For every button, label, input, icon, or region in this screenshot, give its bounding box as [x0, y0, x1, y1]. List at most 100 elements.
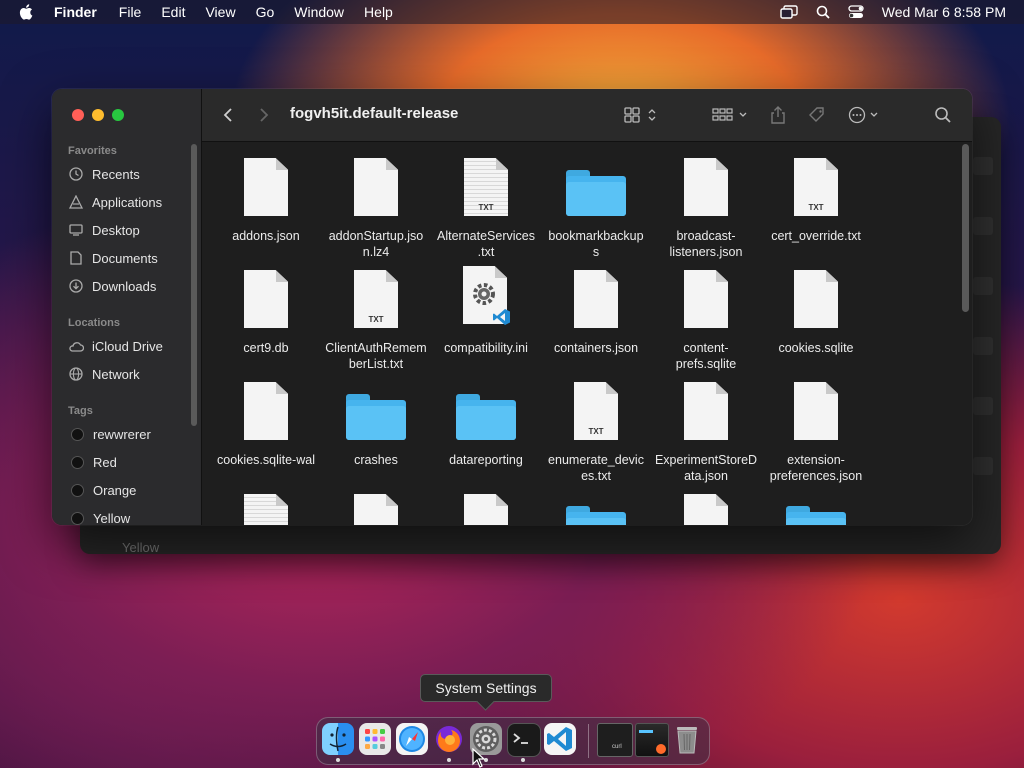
- menu-view[interactable]: View: [205, 4, 235, 20]
- file-item[interactable]: cookies.sqlite: [761, 266, 871, 356]
- back-button[interactable]: [222, 103, 234, 127]
- tag-button[interactable]: [808, 103, 826, 127]
- menu-window[interactable]: Window: [294, 4, 344, 20]
- finder-sidebar: Favorites Recents Applications Desktop D…: [52, 89, 202, 525]
- sidebar-item-network[interactable]: Network: [68, 363, 140, 385]
- file-item[interactable]: containers.json: [541, 266, 651, 356]
- sidebar-item-label: Red: [93, 454, 117, 470]
- menu-go[interactable]: Go: [256, 4, 275, 20]
- dock-trash[interactable]: [673, 723, 701, 755]
- file-name: datareporting: [449, 453, 523, 467]
- sidebar-item-documents[interactable]: Documents: [68, 247, 158, 269]
- sidebar-item-recents[interactable]: Recents: [68, 163, 140, 185]
- vscode-icon: [547, 727, 572, 751]
- document-icon: [321, 154, 431, 216]
- text-file-icon: TXT: [321, 266, 431, 328]
- file-grid[interactable]: addons.json addonStartup.jso n.lz4 TXT Alte…: [202, 142, 972, 525]
- dock-minimized-window[interactable]: [635, 723, 669, 757]
- mouse-pointer-icon: [472, 748, 486, 768]
- sidebar-item-applications[interactable]: Applications: [68, 191, 162, 213]
- file-name: extension- preferences.json: [769, 453, 863, 483]
- finder-window: Favorites Recents Applications Desktop D…: [52, 89, 972, 525]
- apple-logo-icon[interactable]: [18, 3, 36, 21]
- file-item[interactable]: addons.json: [211, 154, 321, 244]
- document-icon: [321, 490, 431, 525]
- file-item[interactable]: ExperimentStoreD ata.json: [651, 378, 761, 484]
- dock-launchpad[interactable]: [359, 723, 391, 755]
- file-item[interactable]: [541, 490, 651, 525]
- sidebar-scrollbar[interactable]: [191, 144, 197, 426]
- file-item[interactable]: [651, 490, 761, 525]
- file-item[interactable]: datareporting: [431, 378, 541, 468]
- file-item[interactable]: [211, 490, 321, 525]
- file-item[interactable]: cert9.db: [211, 266, 321, 356]
- dock-vscode[interactable]: [544, 723, 576, 755]
- zoom-button[interactable]: [112, 109, 124, 121]
- control-center-icon[interactable]: [848, 5, 864, 19]
- menu-help[interactable]: Help: [364, 4, 393, 20]
- dock-terminal[interactable]: [507, 723, 541, 757]
- file-item[interactable]: compatibility.ini: [431, 266, 541, 356]
- document-icon: [431, 490, 541, 525]
- sidebar-item-icloud-drive[interactable]: iCloud Drive: [68, 335, 163, 357]
- dock-minimized-terminal[interactable]: curl: [597, 723, 633, 757]
- background-window-rows: [973, 157, 993, 517]
- file-name: broadcast- listeners.json: [669, 229, 743, 259]
- menu-finder[interactable]: Finder: [54, 4, 97, 20]
- dock-safari[interactable]: [396, 723, 428, 755]
- tag-icon: [809, 107, 824, 122]
- forward-button[interactable]: [258, 103, 270, 127]
- file-item[interactable]: TXT enumerate_devic es.txt: [541, 378, 651, 484]
- sidebar-item-label: Recents: [92, 166, 140, 182]
- group-button[interactable]: [712, 103, 750, 127]
- sidebar-section-tags: Tags: [68, 405, 93, 417]
- sidebar-item-label: Orange: [93, 482, 137, 498]
- folder-icon: [321, 378, 431, 440]
- file-item[interactable]: crashes: [321, 378, 431, 468]
- share-button[interactable]: [770, 103, 786, 127]
- file-item[interactable]: bookmarkbackup s: [541, 154, 651, 260]
- tag-color-dot: [71, 483, 84, 497]
- file-name: cert9.db: [243, 341, 289, 355]
- menu-file[interactable]: File: [119, 4, 142, 20]
- sidebar-item-label: Applications: [92, 194, 163, 210]
- minimize-button[interactable]: [92, 109, 104, 121]
- spotlight-search-icon[interactable]: [816, 5, 830, 19]
- sidebar-item-downloads[interactable]: Downloads: [68, 275, 156, 297]
- document-icon: [211, 378, 321, 440]
- text-file-icon: TXT: [541, 378, 651, 440]
- sidebar-item-desktop[interactable]: Desktop: [68, 219, 140, 241]
- file-item[interactable]: [321, 490, 431, 525]
- desktop-icon: [68, 222, 84, 238]
- sidebar-tag-red[interactable]: Red: [68, 451, 117, 473]
- close-button[interactable]: [72, 109, 84, 121]
- dock-firefox[interactable]: [433, 723, 465, 755]
- file-item[interactable]: TXT ClientAuthRemem berList.txt: [321, 266, 431, 372]
- content-scrollbar[interactable]: [962, 144, 969, 312]
- sidebar-tag-orange[interactable]: Orange: [68, 479, 136, 501]
- file-name: containers.json: [553, 341, 639, 355]
- file-item[interactable]: content- prefs.sqlite: [651, 266, 761, 372]
- file-name: cookies.sqlite-wal: [217, 453, 315, 467]
- action-button[interactable]: [848, 103, 884, 127]
- menu-clock[interactable]: Wed Mar 6 8:58 PM: [882, 4, 1006, 20]
- search-button[interactable]: [934, 103, 952, 127]
- screen-mirroring-icon[interactable]: [780, 5, 798, 19]
- file-item[interactable]: extension- preferences.json: [761, 378, 871, 484]
- file-item[interactable]: TXT AlternateServices .txt: [431, 154, 541, 260]
- view-mode-button[interactable]: [624, 103, 658, 127]
- file-item[interactable]: TXT cert_override.txt: [761, 154, 871, 244]
- menu-edit[interactable]: Edit: [161, 4, 185, 20]
- file-item[interactable]: broadcast- listeners.json: [651, 154, 761, 260]
- sidebar-tag-yellow[interactable]: Yellow: [68, 507, 130, 525]
- dock-finder[interactable]: [322, 723, 354, 755]
- group-icon: [712, 108, 747, 121]
- file-item[interactable]: cookies.sqlite-wal: [211, 378, 321, 468]
- sidebar-tag-rewwrerer[interactable]: rewwrerer: [68, 423, 151, 445]
- safari-icon: [399, 726, 425, 752]
- file-item[interactable]: [431, 490, 541, 525]
- file-item[interactable]: addonStartup.jso n.lz4: [321, 154, 431, 260]
- window-controls: [72, 109, 124, 121]
- file-item[interactable]: [761, 490, 871, 525]
- applications-icon: [68, 194, 84, 210]
